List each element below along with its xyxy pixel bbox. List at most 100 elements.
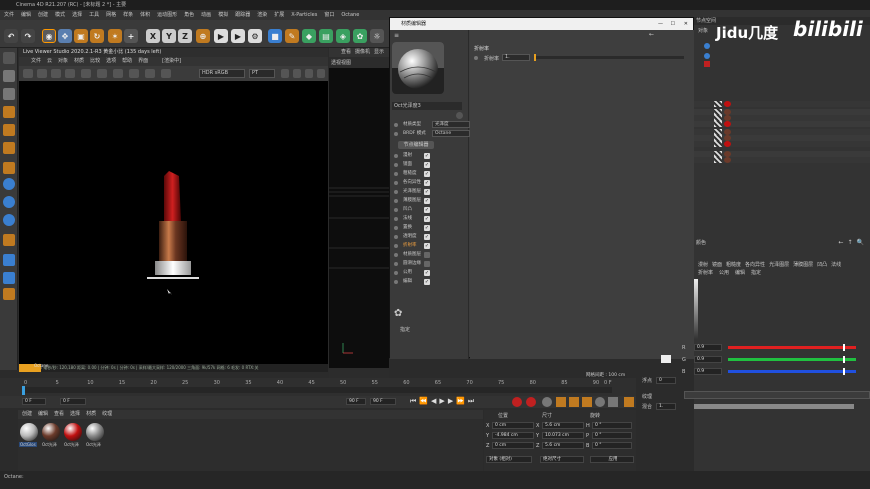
material-ball[interactable]: [42, 423, 60, 441]
layers-icon[interactable]: [293, 69, 301, 78]
redo-icon[interactable]: ↷: [21, 29, 35, 43]
minimize-icon[interactable]: —: [658, 18, 663, 30]
material-menu-item[interactable]: 选择: [70, 410, 80, 419]
menu-item[interactable]: 选择: [72, 10, 82, 20]
channel-checkbox[interactable]: ✓: [424, 171, 430, 177]
channel-row[interactable]: 圆滑边缘: [394, 260, 466, 268]
channel-keyframe-dot[interactable]: [394, 172, 398, 176]
size-field[interactable]: 5.6 cm: [542, 422, 584, 429]
menu-item[interactable]: Octane: [341, 10, 359, 20]
texture-mode-icon[interactable]: [3, 88, 15, 100]
attr-tab[interactable]: 镜面: [712, 261, 722, 268]
go-start-icon[interactable]: ⏮: [410, 397, 416, 406]
attr-tab[interactable]: 法线: [831, 261, 841, 268]
make-editable-icon[interactable]: [3, 52, 15, 64]
param-key-icon[interactable]: [595, 397, 605, 407]
channel-checkbox[interactable]: [424, 252, 430, 258]
menu-icon[interactable]: ≡: [394, 32, 399, 39]
attr-tab[interactable]: 公用: [719, 269, 729, 276]
record-icon[interactable]: [512, 397, 522, 407]
material-tag-icon[interactable]: [724, 101, 731, 107]
viewer-menu-item[interactable]: 对象: [58, 57, 68, 66]
material-ball[interactable]: [20, 423, 38, 441]
size-field[interactable]: 10.073 cm: [542, 432, 584, 439]
prev-key-icon[interactable]: ⏪: [419, 397, 428, 406]
timeline[interactable]: 0 5 10 15 20 25 30 35 40 45 50 55 60 65 70 75 80 85 90 0 F: [0, 378, 636, 396]
position-field[interactable]: 0 cm: [492, 442, 534, 449]
back-arrow-icon[interactable]: ←: [649, 31, 654, 38]
channel-keyframe-dot[interactable]: [394, 181, 398, 185]
object-row[interactable]: [694, 157, 870, 163]
stop-icon[interactable]: [65, 69, 75, 78]
play-icon[interactable]: ▶: [439, 397, 444, 406]
clay-mode-icon[interactable]: [161, 69, 171, 78]
menu-item[interactable]: 网格: [106, 10, 116, 20]
menu-item[interactable]: 文件: [4, 10, 14, 20]
rgb-slider[interactable]: [728, 370, 856, 373]
channel-keyframe-dot[interactable]: [394, 262, 398, 266]
mix-input[interactable]: 1.: [656, 403, 677, 410]
perspective-view[interactable]: 查看 摄像机 显示 透视视图: [329, 48, 389, 378]
close-icon[interactable]: ✕: [684, 18, 688, 30]
pick-material-icon[interactable]: [113, 69, 123, 78]
point-level-icon[interactable]: [608, 397, 618, 407]
ior-slider-handle[interactable]: [534, 54, 536, 61]
attr-tab[interactable]: 凹凸: [817, 261, 827, 268]
rotation-field[interactable]: 0 °: [592, 422, 632, 429]
kernel-select[interactable]: PT: [249, 69, 275, 78]
material-name-field[interactable]: Oct光泽度3: [392, 102, 462, 110]
material-ball[interactable]: [86, 423, 104, 441]
attr-tab[interactable]: 光泽图层: [769, 261, 789, 268]
viewer-menu-item[interactable]: 帮助: [122, 57, 132, 66]
object-tag-icon[interactable]: [714, 121, 722, 127]
object-tag-icon[interactable]: [714, 157, 722, 163]
pen-icon[interactable]: ✎: [285, 29, 299, 43]
viewer-menu-item[interactable]: 选项: [106, 57, 116, 66]
object-row[interactable]: [694, 141, 870, 147]
scene-icon[interactable]: ✿: [353, 29, 367, 43]
mix-slider[interactable]: [694, 404, 854, 409]
scale-tool-icon[interactable]: ▣: [74, 29, 88, 43]
channel-keyframe-dot[interactable]: [394, 244, 398, 248]
view-menu[interactable]: 查看: [341, 48, 351, 57]
cube-icon[interactable]: ■: [268, 29, 282, 43]
channel-checkbox[interactable]: ✓: [424, 162, 430, 168]
autokey-icon[interactable]: [526, 397, 536, 407]
channel-keyframe-dot[interactable]: [394, 154, 398, 158]
array-icon[interactable]: ▤: [319, 29, 333, 43]
ior-slider[interactable]: [534, 56, 684, 59]
display-menu[interactable]: 显示: [374, 48, 384, 57]
viewer-menu-item[interactable]: 比较: [90, 57, 100, 66]
workplane-icon[interactable]: [3, 196, 15, 208]
channel-checkbox[interactable]: [424, 261, 430, 267]
menu-item[interactable]: 创建: [38, 10, 48, 20]
restart-icon[interactable]: [37, 69, 47, 78]
playhead[interactable]: [22, 386, 25, 395]
channel-row[interactable]: 凹凸 ✓: [394, 206, 466, 214]
rgb-value-field[interactable]: 0.9: [694, 368, 722, 375]
light-icon[interactable]: ☼: [370, 29, 384, 43]
viewer-menu-item[interactable]: 云: [47, 57, 52, 66]
white-balance-icon[interactable]: [145, 69, 155, 78]
timeline-window-icon[interactable]: [624, 397, 634, 407]
viewer-menu-item[interactable]: 界面: [138, 57, 148, 66]
brdf-select[interactable]: Octane: [432, 130, 470, 137]
rgb-value-field[interactable]: 0.9: [694, 344, 722, 351]
material-tag-icon[interactable]: [724, 121, 731, 127]
rgb-slider-handle[interactable]: [843, 344, 846, 351]
channel-checkbox[interactable]: ✓: [424, 243, 430, 249]
channel-checkbox[interactable]: ✓: [424, 270, 430, 276]
deformer-icon[interactable]: ◈: [336, 29, 350, 43]
rotate-tool-icon[interactable]: ↻: [90, 29, 104, 43]
rgb-slider-handle[interactable]: [843, 356, 846, 363]
channel-row[interactable]: 粗糙度 ✓: [394, 170, 466, 178]
menu-item[interactable]: 窗口: [324, 10, 334, 20]
attr-tab[interactable]: 各向异性: [745, 261, 765, 268]
rgb-slider-handle[interactable]: [843, 368, 846, 375]
coordinate-system-icon[interactable]: ⊕: [196, 29, 210, 43]
rgb-value-field[interactable]: 0.9: [694, 356, 722, 363]
menu-item[interactable]: 运动图形: [157, 10, 177, 20]
z-axis-button[interactable]: Z: [178, 29, 192, 43]
ior-input[interactable]: 1.: [502, 54, 530, 61]
menu-item[interactable]: X-Particles: [291, 10, 317, 20]
